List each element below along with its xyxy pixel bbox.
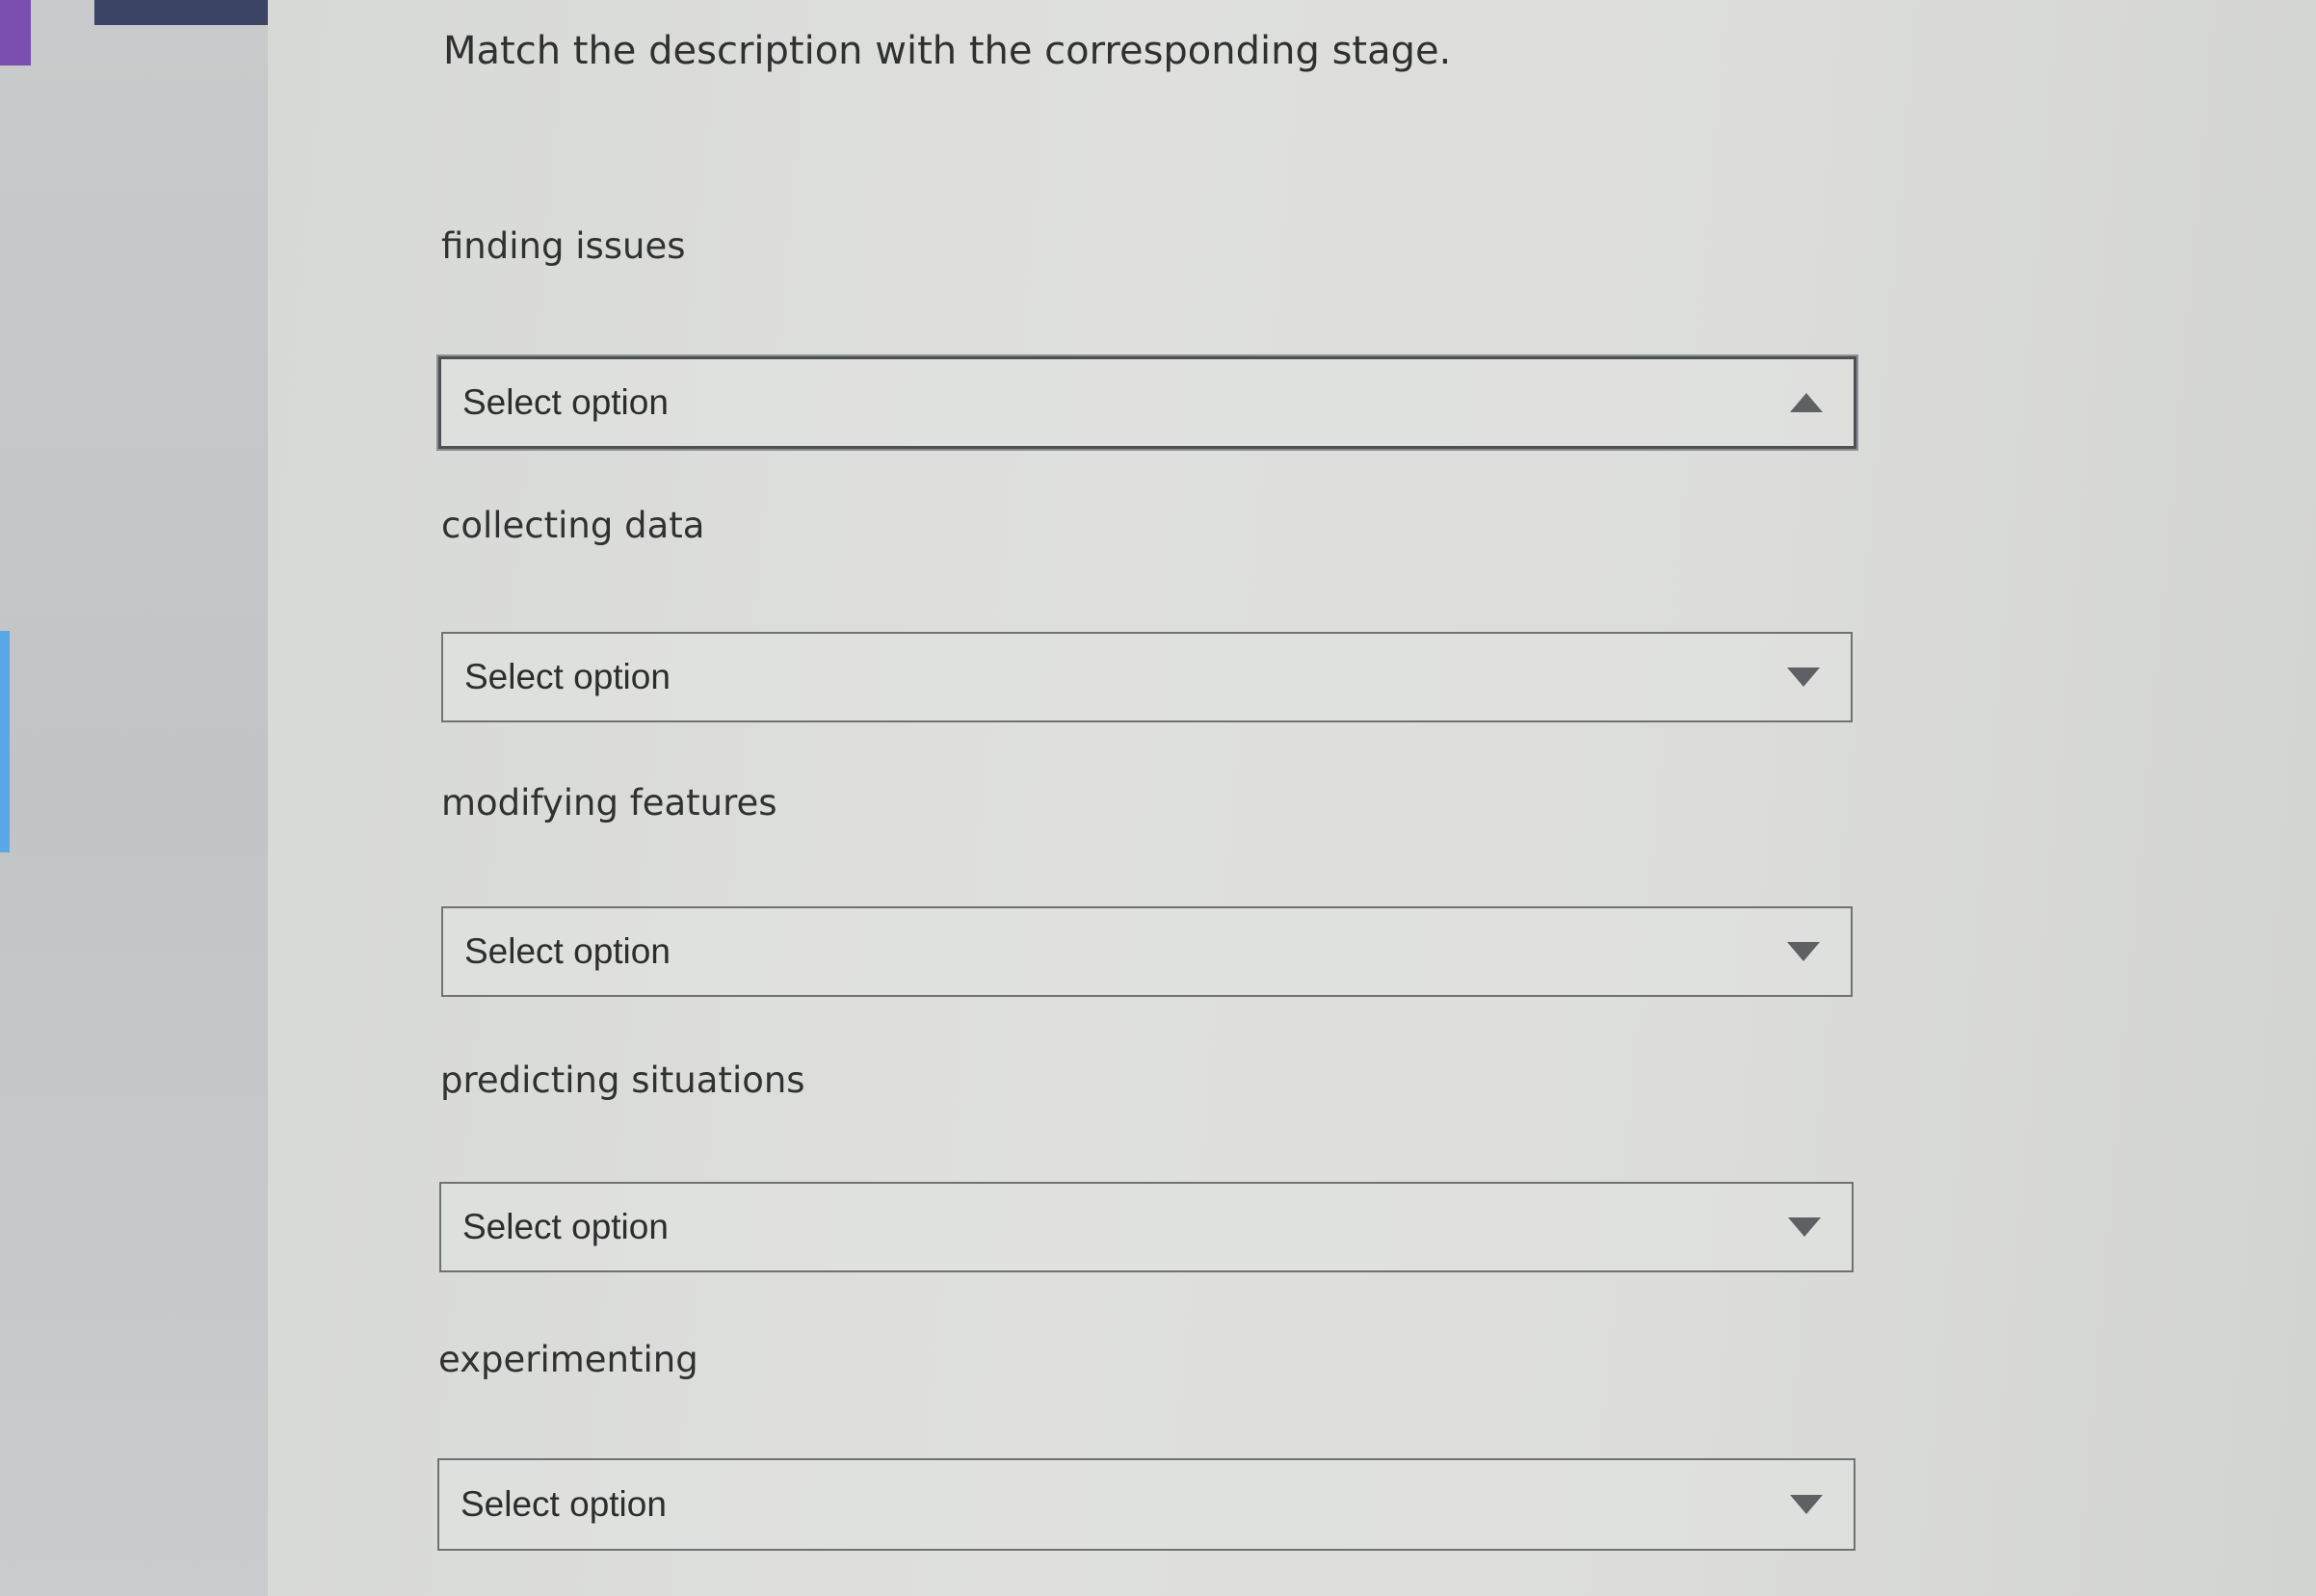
triangle-down-icon <box>1785 940 1822 963</box>
select-experimenting[interactable]: Select option <box>437 1458 1855 1551</box>
item-label-collecting-data: collecting data <box>441 505 705 546</box>
select-value: Select option <box>462 382 669 422</box>
item-label-finding-issues: finding issues <box>441 225 686 267</box>
select-value: Select option <box>462 1207 669 1246</box>
item-label-experimenting: experimenting <box>438 1339 698 1380</box>
item-label-modifying-features: modifying features <box>441 782 777 824</box>
select-collecting-data[interactable]: Select option <box>441 632 1853 722</box>
select-value: Select option <box>461 1484 667 1524</box>
select-modifying-features[interactable]: Select option <box>441 906 1853 997</box>
triangle-down-icon <box>1786 1216 1823 1239</box>
top-nav-block <box>94 0 274 25</box>
left-gutter <box>0 0 268 1596</box>
left-edge-accent <box>0 0 31 65</box>
question-prompt: Match the description with the correspon… <box>443 29 1452 73</box>
item-label-predicting-situations: predicting situations <box>440 1060 805 1101</box>
select-value: Select option <box>464 931 671 971</box>
select-finding-issues[interactable]: Select option <box>438 356 1856 449</box>
left-edge-indicator <box>0 631 10 852</box>
triangle-down-icon <box>1788 1493 1825 1516</box>
select-value: Select option <box>464 657 671 696</box>
triangle-up-icon <box>1788 391 1825 414</box>
triangle-down-icon <box>1785 666 1822 689</box>
select-predicting-situations[interactable]: Select option <box>439 1182 1854 1272</box>
